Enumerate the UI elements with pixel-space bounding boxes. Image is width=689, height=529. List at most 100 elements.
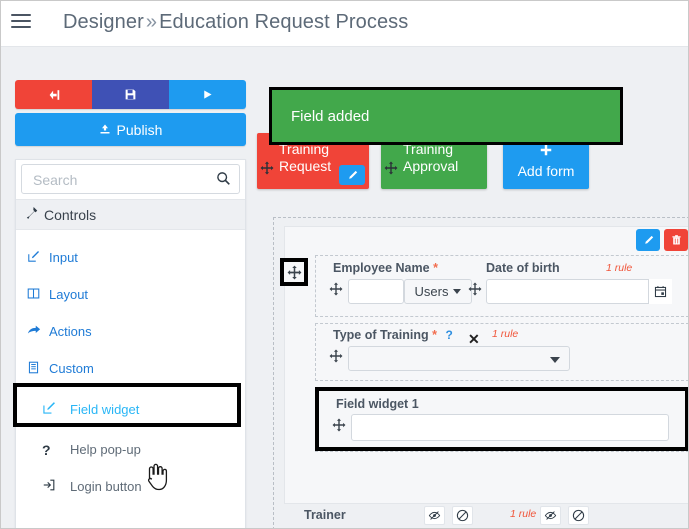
employee-name-source-select[interactable]: Users xyxy=(404,279,472,304)
node-title: Training Approval xyxy=(403,141,459,174)
rule-badge[interactable]: 1 rule xyxy=(492,328,518,340)
add-form-label: Add form xyxy=(517,162,575,179)
move-icon xyxy=(287,265,301,279)
actions-arrow-icon xyxy=(27,323,49,340)
search-box[interactable] xyxy=(21,164,240,195)
login-icon xyxy=(42,478,70,495)
form-edit-button[interactable] xyxy=(636,229,660,251)
rule-badge[interactable]: 1 rule xyxy=(606,262,632,274)
form-delete-button[interactable] xyxy=(664,229,688,251)
sidebar-item-login-button[interactable]: Login button xyxy=(16,468,245,505)
sidebar-item-label: Field widget xyxy=(70,401,140,417)
node-edit-button[interactable] xyxy=(339,165,365,185)
controls-list: Input Layout Actions Custom Field widget… xyxy=(13,230,245,505)
toast-message: Field added xyxy=(291,107,370,125)
save-disk-icon xyxy=(125,89,136,100)
sidebar-item-label: Input xyxy=(49,250,78,265)
ban-icon xyxy=(456,509,469,522)
input-pencil-icon xyxy=(27,250,49,266)
question-mark-icon: ? xyxy=(42,441,51,458)
sidebar-item-label: Custom xyxy=(49,361,94,376)
field-label: Field widget 1 xyxy=(336,397,419,411)
move-icon[interactable] xyxy=(332,418,346,435)
trash-icon xyxy=(671,235,681,245)
breadcrumb: Designer» Education Request Process xyxy=(63,11,408,34)
move-icon[interactable] xyxy=(329,349,343,366)
top-bar: Designer» Education Request Process xyxy=(1,1,688,47)
field-label: Trainer xyxy=(304,508,346,522)
sidebar-item-label: Layout xyxy=(49,287,89,302)
search-input[interactable] xyxy=(31,165,210,195)
field-label: Type of Training * ? xyxy=(333,328,453,342)
disable-field-button[interactable] xyxy=(568,506,589,525)
eye-slash-icon xyxy=(544,511,557,520)
sidebar-item-custom[interactable]: Custom xyxy=(16,350,245,387)
back-arrow-icon xyxy=(49,89,59,100)
hamburger-icon[interactable] xyxy=(11,14,31,32)
calendar-icon xyxy=(654,286,667,298)
form-card-actions xyxy=(636,229,688,251)
controls-section-header: Controls xyxy=(16,199,245,230)
hide-field-button[interactable] xyxy=(540,506,561,525)
date-of-birth-field xyxy=(486,279,672,304)
save-button[interactable] xyxy=(92,80,169,109)
caret-down-icon xyxy=(550,356,560,363)
move-icon[interactable] xyxy=(468,282,482,299)
play-icon xyxy=(204,90,212,99)
move-icon[interactable] xyxy=(329,282,343,299)
field-label: Employee Name * xyxy=(333,261,438,275)
breadcrumb-current: Education Request Process xyxy=(159,11,409,33)
page-body: Publish Controls xyxy=(1,47,688,528)
sidebar-item-label: Actions xyxy=(49,324,92,339)
sidebar-item-label: Login button xyxy=(70,479,142,494)
back-button[interactable] xyxy=(15,80,92,109)
controls-section-title: Controls xyxy=(44,206,97,223)
breadcrumb-root[interactable]: Designer xyxy=(63,11,144,33)
hide-field-button[interactable] xyxy=(424,506,445,525)
run-button[interactable] xyxy=(169,80,246,109)
selected-drag-handle[interactable] xyxy=(280,258,308,286)
sidebar-item-actions[interactable]: Actions xyxy=(16,313,245,350)
field-row-group-4: Trainer 1 rule xyxy=(274,506,688,528)
move-icon[interactable] xyxy=(260,161,274,179)
layout-columns-icon xyxy=(27,287,49,303)
app-window: Designer» Education Request Process Publ… xyxy=(0,0,689,529)
publish-label: Publish xyxy=(116,121,163,138)
sidebar-item-input[interactable]: Input xyxy=(16,239,245,276)
caret-down-icon xyxy=(453,289,462,294)
hammer-icon xyxy=(25,206,39,223)
custom-list-icon xyxy=(27,361,49,377)
form-card: Employee Name * Users Date of birth 1 ru… xyxy=(284,226,688,504)
search-icon[interactable] xyxy=(216,171,231,186)
pencil-icon xyxy=(644,235,653,244)
move-icon[interactable] xyxy=(384,161,398,179)
upload-icon xyxy=(99,122,111,138)
pencil-icon xyxy=(348,170,357,179)
publish-button[interactable]: Publish xyxy=(15,113,246,146)
field-row-group-2: Type of Training * ? ✕ 1 rule xyxy=(315,323,688,381)
controls-sidebar: Controls Input xyxy=(13,159,246,528)
field-widget-icon xyxy=(42,401,70,418)
field-widget-1-input[interactable] xyxy=(351,414,669,441)
breadcrumb-separator: » xyxy=(145,11,158,33)
employee-name-input[interactable] xyxy=(348,279,404,304)
notification-toast[interactable]: Field added xyxy=(269,87,623,145)
form-designer-canvas: Employee Name * Users Date of birth 1 ru… xyxy=(273,217,688,528)
field-widget-1-row[interactable]: Field widget 1 xyxy=(315,387,688,451)
sidebar-item-field-widget[interactable]: Field widget xyxy=(13,383,245,431)
disable-field-button[interactable] xyxy=(452,506,473,525)
type-of-training-select[interactable] xyxy=(348,346,570,371)
rule-badge[interactable]: 1 rule xyxy=(510,508,536,520)
date-of-birth-input[interactable] xyxy=(486,279,672,304)
field-row-group-1: Employee Name * Users Date of birth 1 ru… xyxy=(315,255,688,317)
sidebar-item-label: Help pop-up xyxy=(70,442,141,457)
sidebar-item-help-popup[interactable]: ? Help pop-up xyxy=(16,431,245,468)
sidebar-item-layout[interactable]: Layout xyxy=(16,276,245,313)
calendar-picker-button[interactable] xyxy=(648,279,672,304)
ban-icon xyxy=(572,509,585,522)
node-title: Training Request xyxy=(279,141,332,174)
designer-toolbar xyxy=(15,80,246,109)
eye-slash-icon xyxy=(428,511,441,520)
question-mark-icon[interactable]: ? xyxy=(445,328,452,342)
field-label: Date of birth xyxy=(486,261,560,275)
